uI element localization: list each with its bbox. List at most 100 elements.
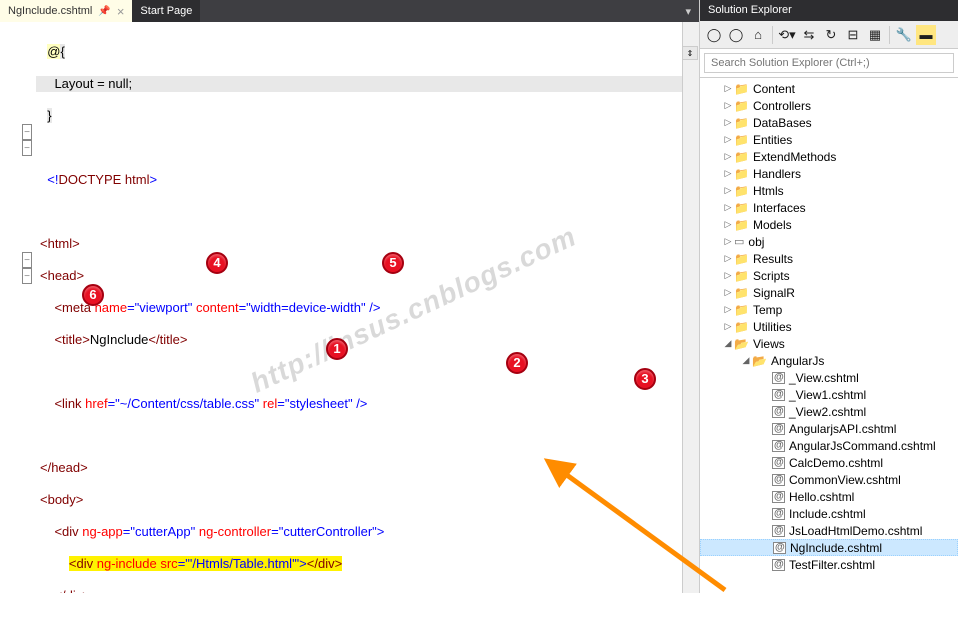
cshtml-icon: @ <box>772 508 785 520</box>
chevron-down-icon: ◢ <box>740 355 752 366</box>
tree-folder-models[interactable]: ▷ 📁 Models <box>700 216 958 233</box>
tree-folder-views[interactable]: ◢ 📂 Views <box>700 335 958 352</box>
chevron-right-icon: ▷ <box>722 134 734 145</box>
back-icon[interactable]: ◯ <box>704 25 724 45</box>
obj-icon: ▭ <box>734 235 744 248</box>
chevron-right-icon: ▷ <box>722 83 734 94</box>
tree-folder-utilities[interactable]: ▷ 📁 Utilities <box>700 318 958 335</box>
tree-file-jsloadhtmldemo-cshtml[interactable]: @ JsLoadHtmlDemo.cshtml <box>700 522 958 539</box>
tree-file-hello-cshtml[interactable]: @ Hello.cshtml <box>700 488 958 505</box>
cshtml-icon: @ <box>772 440 785 452</box>
tree-folder-angularjs[interactable]: ◢ 📂 AngularJs <box>700 352 958 369</box>
tree-folder-extendmethods[interactable]: ▷ 📁 ExtendMethods <box>700 148 958 165</box>
folder-icon: 📁 <box>734 303 749 317</box>
code-editor[interactable]: @{ Layout = null; } <!DOCTYPE html> <htm… <box>36 22 682 593</box>
tree-label: AngularJs <box>771 354 824 368</box>
fold-icon[interactable]: − <box>22 140 32 156</box>
tree-folder-signalr[interactable]: ▷ 📁 SignalR <box>700 284 958 301</box>
tree-folder-content[interactable]: ▷ 📁 Content <box>700 80 958 97</box>
chevron-right-icon: ▷ <box>722 100 734 111</box>
cshtml-icon: @ <box>772 457 785 469</box>
cshtml-icon: @ <box>772 474 785 486</box>
pin-icon[interactable]: 📌 <box>98 6 110 17</box>
folder-icon: 📁 <box>734 133 749 147</box>
folder-icon: 📁 <box>734 82 749 96</box>
tree-label: Handlers <box>753 167 801 181</box>
tree-folder-results[interactable]: ▷ 📁 Results <box>700 250 958 267</box>
tree-label: SignalR <box>753 286 795 300</box>
chevron-right-icon: ▷ <box>722 117 734 128</box>
tree-folder-scripts[interactable]: ▷ 📁 Scripts <box>700 267 958 284</box>
tree-label: CalcDemo.cshtml <box>789 456 883 470</box>
tree-folder-handlers[interactable]: ▷ 📁 Handlers <box>700 165 958 182</box>
fold-icon[interactable]: − <box>22 124 32 140</box>
folder-icon: 📁 <box>734 201 749 215</box>
tab-bar: NgInclude.cshtml 📌 × Start Page ▾ <box>0 0 699 22</box>
tab-startpage[interactable]: Start Page <box>132 0 200 22</box>
cshtml-icon: @ <box>772 559 785 571</box>
chevron-right-icon: ▷ <box>722 287 734 298</box>
tree-label: Htmls <box>753 184 784 198</box>
marker-5: 5 <box>382 252 404 274</box>
tree-label: Include.cshtml <box>789 507 866 521</box>
tree-folder-entities[interactable]: ▷ 📁 Entities <box>700 131 958 148</box>
collapse-icon[interactable]: ⊟ <box>843 25 863 45</box>
tree-folder-htmls[interactable]: ▷ 📁 Htmls <box>700 182 958 199</box>
pending-icon[interactable]: ⇆ <box>799 25 819 45</box>
tree-file-commonview-cshtml[interactable]: @ CommonView.cshtml <box>700 471 958 488</box>
showall-icon[interactable]: ▦ <box>865 25 885 45</box>
forward-icon[interactable]: ◯ <box>726 25 746 45</box>
close-icon[interactable]: × <box>117 4 125 19</box>
fold-icon[interactable]: − <box>22 268 32 284</box>
properties-icon[interactable]: 🔧 <box>894 25 914 45</box>
explorer-toolbar: ◯ ◯ ⌂ ⟲▾ ⇆ ↻ ⊟ ▦ 🔧 ▬ <box>700 21 958 49</box>
tree-label: CommonView.cshtml <box>789 473 901 487</box>
search-box <box>700 49 958 78</box>
tree-label: Controllers <box>753 99 811 113</box>
solution-tree[interactable]: ▷ 📁 Content ▷ 📁 Controllers ▷ 📁 DataBase… <box>700 78 958 593</box>
chevron-right-icon: ▷ <box>722 202 734 213</box>
tree-label: _View.cshtml <box>789 371 859 385</box>
cshtml-icon: @ <box>772 423 785 435</box>
refresh-icon[interactable]: ↻ <box>821 25 841 45</box>
tab-nginclude[interactable]: NgInclude.cshtml 📌 × <box>0 0 132 22</box>
tree-label: Models <box>753 218 792 232</box>
tree-label: ExtendMethods <box>753 150 836 164</box>
chevron-right-icon: ▷ <box>722 185 734 196</box>
folder-icon: 📁 <box>734 167 749 181</box>
home-icon[interactable]: ⌂ <box>748 25 768 45</box>
tree-file-calcdemo-cshtml[interactable]: @ CalcDemo.cshtml <box>700 454 958 471</box>
folder-icon: 📁 <box>734 184 749 198</box>
cshtml-icon: @ <box>772 372 785 384</box>
tree-label: Views <box>753 337 785 351</box>
preview-icon[interactable]: ▬ <box>916 25 936 45</box>
tree-file-_view1-cshtml[interactable]: @ _View1.cshtml <box>700 386 958 403</box>
split-icon[interactable]: ⇕ <box>682 46 698 60</box>
tree-label: AngularjsAPI.cshtml <box>789 422 896 436</box>
tree-label: DataBases <box>753 116 812 130</box>
cshtml-icon: @ <box>772 406 785 418</box>
tree-label: Results <box>753 252 793 266</box>
tree-file-angularjscommand-cshtml[interactable]: @ AngularJsCommand.cshtml <box>700 437 958 454</box>
tree-folder-interfaces[interactable]: ▷ 📁 Interfaces <box>700 199 958 216</box>
search-input[interactable] <box>704 53 954 73</box>
fold-icon[interactable]: − <box>22 252 32 268</box>
tree-folder-controllers[interactable]: ▷ 📁 Controllers <box>700 97 958 114</box>
chevron-right-icon: ▷ <box>722 304 734 315</box>
sync-icon[interactable]: ⟲▾ <box>777 25 797 45</box>
tree-file-testfilter-cshtml[interactable]: @ TestFilter.cshtml <box>700 556 958 573</box>
chevron-right-icon: ▷ <box>722 219 734 230</box>
tree-label: TestFilter.cshtml <box>789 558 875 572</box>
tree-file-nginclude-cshtml[interactable]: @ NgInclude.cshtml <box>700 539 958 556</box>
tree-folder-temp[interactable]: ▷ 📁 Temp <box>700 301 958 318</box>
chevron-right-icon: ▷ <box>722 151 734 162</box>
tree-file-include-cshtml[interactable]: @ Include.cshtml <box>700 505 958 522</box>
tree-file-_view2-cshtml[interactable]: @ _View2.cshtml <box>700 403 958 420</box>
tree-folder-obj[interactable]: ▷ ▭ obj <box>700 233 958 250</box>
vertical-scrollbar[interactable] <box>682 22 699 593</box>
tree-folder-databases[interactable]: ▷ 📁 DataBases <box>700 114 958 131</box>
tab-dropdown[interactable]: ▾ <box>677 0 699 22</box>
tree-label: JsLoadHtmlDemo.cshtml <box>789 524 922 538</box>
tree-file-angularjsapi-cshtml[interactable]: @ AngularjsAPI.cshtml <box>700 420 958 437</box>
tree-file-_view-cshtml[interactable]: @ _View.cshtml <box>700 369 958 386</box>
